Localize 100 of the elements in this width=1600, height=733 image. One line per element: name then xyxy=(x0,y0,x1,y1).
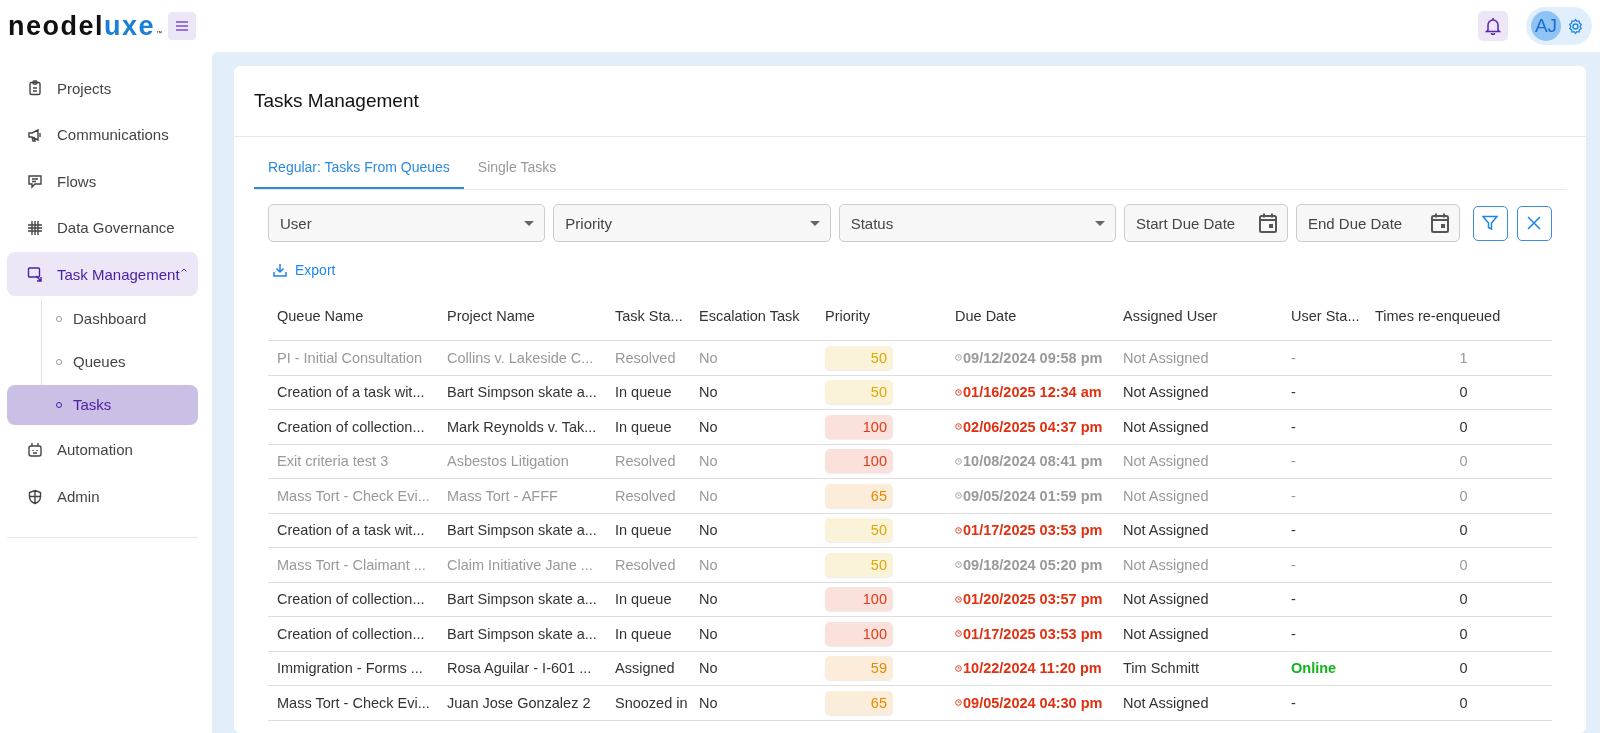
table-cell-text: 0 xyxy=(1458,384,1469,401)
filter-button[interactable] xyxy=(1473,205,1508,241)
clock-icon xyxy=(955,664,962,672)
sidebar-item[interactable]: Projects xyxy=(7,66,198,110)
table-cell-text: 0 xyxy=(1458,556,1469,573)
table-row[interactable]: Creation of a task wit... Bart Simpson skate a... In queue No 50 01/16/2025 12:34 am Not Assigned - 0 xyxy=(268,375,1552,410)
sidebar-item[interactable]: Data Governance xyxy=(7,205,198,250)
grid-icon xyxy=(27,219,43,236)
filter-icon[interactable] xyxy=(1482,215,1499,231)
select-field[interactable]: Status xyxy=(838,204,1116,242)
sidebar-item[interactable]: Automation xyxy=(7,427,198,472)
table-row[interactable]: Immigration - Forms ... Rosa Aguilar - I-601 ... Assigned No 59 10/22/2024 11:20 pm Tim Schmitt Online 0 xyxy=(268,651,1552,686)
dropdown-caret-icon[interactable] xyxy=(809,220,820,226)
calendar-icon[interactable] xyxy=(1259,213,1277,233)
settings-icon[interactable] xyxy=(1567,17,1584,35)
page-title: Tasks Management xyxy=(234,66,1586,137)
column-header[interactable]: Project Name xyxy=(438,308,606,324)
column-header[interactable]: User Sta... xyxy=(1282,308,1366,324)
sidebar-item[interactable]: Communications xyxy=(7,112,198,157)
column-header[interactable]: Queue Name xyxy=(268,308,438,324)
priority-badge: 50 xyxy=(825,380,893,405)
export-button[interactable]: Export xyxy=(268,262,341,278)
clock-icon xyxy=(955,388,962,396)
table-row[interactable]: Creation of a task wit... Bart Simpson skate a... In queue No 50 01/17/2025 03:53 pm Not Assigned - 0 xyxy=(268,513,1552,548)
clock-icon xyxy=(955,457,962,465)
clear-button[interactable] xyxy=(1517,205,1552,241)
sidebar-item[interactable]: Admin xyxy=(7,474,198,519)
table-cell-text: 0 xyxy=(1458,591,1469,608)
menu-icon[interactable] xyxy=(176,21,189,31)
table-cell-text: No xyxy=(698,418,719,435)
sidebar-subitem[interactable]: Queues xyxy=(42,341,198,382)
table-row[interactable]: Creation of collection... Bart Simpson skate a... In queue No 100 01/20/2025 03:57 pm Not Assigned - 0 xyxy=(268,582,1552,617)
clock-icon xyxy=(955,354,962,362)
sidebar-subitem[interactable]: Dashboard xyxy=(42,298,198,339)
dropdown-caret-icon[interactable] xyxy=(524,220,535,226)
table-cell-text: 0 xyxy=(1458,694,1469,711)
menu-button[interactable] xyxy=(168,12,197,40)
user-status: - xyxy=(1291,591,1296,608)
dropdown-caret-icon[interactable] xyxy=(1095,220,1105,226)
calendar-icon[interactable] xyxy=(1431,213,1449,233)
close-icon[interactable] xyxy=(1527,216,1542,230)
table-cell-text: In queue xyxy=(614,591,673,608)
table-cell-text: Bart Simpson skate a... xyxy=(446,522,598,539)
table-cell-text: No xyxy=(698,384,719,401)
date-field[interactable]: End Due Date xyxy=(1296,204,1460,242)
due-date: 10/22/2024 11:20 pm xyxy=(963,660,1102,677)
download-icon[interactable] xyxy=(273,263,287,277)
clock-icon xyxy=(955,526,962,534)
table-cell-text: Asbestos Litigation xyxy=(446,453,570,470)
column-header[interactable]: Priority xyxy=(816,308,946,324)
table-cell-text: Snoozed in xyxy=(614,694,689,711)
table-row[interactable]: Mass Tort - Check Evi... Juan Jose Gonzalez 2 Snoozed in No 65 09/05/2024 04:30 pm Not Assigned - 0 xyxy=(268,686,1552,721)
due-date: 01/17/2025 03:53 pm xyxy=(963,522,1103,539)
due-date: 02/06/2025 04:37 pm xyxy=(963,418,1103,435)
table-cell-text: Tim Schmitt xyxy=(1122,660,1200,677)
column-header[interactable]: Escalation Task xyxy=(690,308,816,324)
user-status: Online xyxy=(1291,660,1337,677)
bell-icon[interactable] xyxy=(1485,17,1501,35)
table-cell-text: In queue xyxy=(614,522,673,539)
column-header[interactable]: Task Sta... xyxy=(606,308,690,324)
column-header[interactable]: Times re-enqueued xyxy=(1366,308,1552,324)
clock-icon xyxy=(955,595,962,603)
user-status: - xyxy=(1291,384,1296,401)
robot-icon xyxy=(27,441,43,458)
select-field[interactable]: Priority xyxy=(553,204,831,242)
due-date: 01/17/2025 03:53 pm xyxy=(963,625,1103,642)
priority-badge: 100 xyxy=(825,449,893,474)
table-row[interactable]: Creation of collection... Bart Simpson skate a... In queue No 100 01/17/2025 03:53 pm Not Assigned - 0 xyxy=(268,617,1552,652)
user-status: - xyxy=(1291,349,1296,366)
tab[interactable]: Regular: Tasks From Queues xyxy=(254,145,464,189)
notifications-button[interactable] xyxy=(1478,11,1508,41)
table-cell-text: Resolved xyxy=(614,556,677,573)
table-row[interactable]: Creation of collection... Mark Reynolds v. Tak... In queue No 100 02/06/2025 04:37 pm Not Assigned - 0 xyxy=(268,410,1552,445)
column-header[interactable]: Assigned User xyxy=(1114,308,1282,324)
sidebar-subitem[interactable]: Tasks xyxy=(7,384,198,425)
date-field[interactable]: Start Due Date xyxy=(1124,204,1288,242)
table-cell-text: No xyxy=(698,453,719,470)
table-cell-text: Assigned xyxy=(614,660,676,677)
table-cell-text: 0 xyxy=(1458,522,1469,539)
megaphone-icon xyxy=(27,126,43,143)
table-cell-text: Not Assigned xyxy=(1122,418,1210,435)
table-cell-text: Mass Tort - AFFF xyxy=(446,487,559,504)
due-date: 09/05/2024 01:59 pm xyxy=(963,487,1103,504)
due-date: 09/05/2024 04:30 pm xyxy=(963,694,1103,711)
table-cell-text: No xyxy=(698,556,719,573)
clipboard-icon xyxy=(27,80,43,96)
caret-up-icon xyxy=(180,268,187,273)
table-row[interactable]: Exit criteria test 3 Asbestos Litigation Resolved No 100 10/08/2024 08:41 pm Not Assigned - 0 xyxy=(268,444,1552,479)
sidebar-item[interactable]: Task Management xyxy=(7,252,198,297)
column-header[interactable]: Due Date xyxy=(946,308,1114,324)
user-status: - xyxy=(1291,453,1296,470)
table-cell-text: Resolved xyxy=(614,453,677,470)
table-cell-text: Creation of collection... xyxy=(276,591,426,608)
user-status: - xyxy=(1291,487,1296,504)
table-cell-text: Not Assigned xyxy=(1122,453,1210,470)
due-date: 10/08/2024 08:41 pm xyxy=(963,453,1103,470)
sidebar-item[interactable]: Flows xyxy=(7,159,198,204)
table-cell-text: No xyxy=(698,625,719,642)
select-field[interactable]: User xyxy=(268,204,546,242)
table-cell-text: No xyxy=(698,694,719,711)
